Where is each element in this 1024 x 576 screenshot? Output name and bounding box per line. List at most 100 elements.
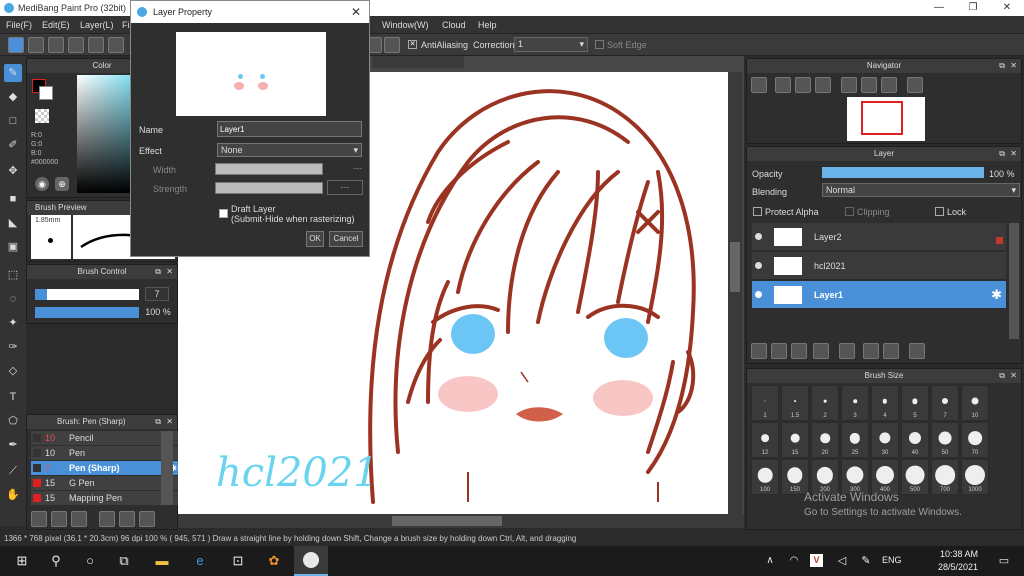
brush-item-pencil[interactable]: 10 Pencil (31, 431, 181, 445)
popout-icon[interactable]: ⧉ (155, 267, 161, 277)
strength-slider[interactable] (215, 182, 323, 194)
flip-icon[interactable] (907, 77, 923, 93)
zoom-out-icon[interactable] (815, 77, 831, 93)
lock-checkbox[interactable] (935, 207, 944, 216)
brush-tool-icon[interactable]: ✎ (4, 64, 22, 82)
brush-size-option[interactable]: 10 (961, 385, 989, 421)
folder-icon[interactable] (839, 343, 855, 359)
store-icon[interactable]: ⊡ (228, 551, 248, 571)
zoom-actual-icon[interactable] (795, 77, 811, 93)
brush-size-option[interactable]: 100 (751, 459, 779, 495)
ok-button[interactable]: OK (306, 231, 324, 247)
rectangle-tool-icon[interactable]: □ (4, 112, 22, 130)
antivirus-icon[interactable]: V (810, 554, 823, 567)
draft-layer-checkbox[interactable] (219, 209, 228, 218)
menu-help[interactable]: Help (478, 20, 497, 30)
popout-icon[interactable]: ⧉ (999, 149, 1005, 159)
canvas-tab[interactable] (372, 56, 464, 68)
clock-time[interactable]: 10:38 AM (940, 549, 978, 559)
eye-icon[interactable] (755, 262, 762, 269)
chevron-up-icon[interactable]: ∧ (760, 551, 780, 571)
edge-icon[interactable]: e (190, 551, 210, 571)
eye-icon[interactable] (755, 291, 762, 298)
background-swatch[interactable] (39, 86, 53, 100)
text-tool-icon[interactable]: T (4, 388, 22, 406)
select-eraser-icon[interactable]: ◇ (4, 362, 22, 380)
merge-layer-icon[interactable] (883, 343, 899, 359)
brush-size-option[interactable]: 15 (781, 422, 809, 458)
brush-size-option[interactable]: 7 (931, 385, 959, 421)
close-icon[interactable]: ✕ (990, 0, 1024, 16)
menu-edit[interactable]: Edit(E) (42, 20, 70, 30)
rotate-reset-icon[interactable] (861, 77, 877, 93)
duplicate-layer-icon[interactable] (863, 343, 879, 359)
eraser-tool-icon[interactable]: ◆ (4, 88, 22, 106)
layer-row-layer2[interactable]: Layer2 (752, 223, 1006, 251)
doc-icon[interactable] (88, 37, 104, 53)
palette-icon[interactable]: ◉ (35, 177, 49, 191)
popout-icon[interactable]: ⧉ (155, 417, 161, 427)
softedge-checkbox[interactable] (595, 40, 604, 49)
brush-size-option[interactable]: 3 (841, 385, 869, 421)
eyedropper-icon[interactable]: ⟋ (4, 462, 22, 480)
menu-layer[interactable]: Layer(L) (80, 20, 114, 30)
new-8bit-layer-icon[interactable] (791, 343, 807, 359)
zoom-in-icon[interactable] (775, 77, 791, 93)
brush-size-option[interactable]: 1.5 (781, 385, 809, 421)
trash-icon[interactable] (909, 343, 925, 359)
effect-select[interactable]: None ▾ (217, 143, 362, 157)
hand-tool-icon[interactable]: ✋ (4, 486, 22, 504)
brush-size-option[interactable]: 500 (901, 459, 929, 495)
brush-item-g-pen[interactable]: 15 G Pen (31, 476, 181, 490)
share-icon[interactable] (28, 37, 44, 53)
operation-tool-icon[interactable]: ⬠ (4, 412, 22, 430)
select-pen-icon[interactable]: ✑ (4, 338, 22, 356)
brush-size-option[interactable]: 5 (901, 385, 929, 421)
brush-size-option[interactable]: 25 (841, 422, 869, 458)
menu-cloud[interactable]: Cloud (442, 20, 466, 30)
clipping-checkbox[interactable] (845, 207, 854, 216)
brush-size-option[interactable]: 50 (931, 422, 959, 458)
pen-icon[interactable]: ✎ (856, 551, 876, 571)
brush-list-scrollbar[interactable] (161, 431, 173, 505)
horizontal-scrollbar[interactable] (178, 514, 744, 528)
new-halftone-layer-icon[interactable] (771, 343, 787, 359)
layer-row-layer1[interactable]: Layer1 ✱ (752, 281, 1006, 309)
grid-icon[interactable] (108, 37, 124, 53)
brush-folder-icon[interactable] (119, 511, 135, 527)
menu-filter[interactable]: Fi (122, 20, 130, 30)
chat-icon[interactable] (48, 37, 64, 53)
close-panel-icon[interactable]: ✕ (166, 267, 173, 276)
brush-size-option[interactable]: 30 (871, 422, 899, 458)
correction-select[interactable]: 1 ▾ (514, 37, 588, 52)
navigator-preview[interactable] (847, 97, 925, 141)
close-icon[interactable]: ✕ (351, 5, 361, 19)
cancel-button[interactable]: Cancel (329, 231, 363, 247)
close-panel-icon[interactable]: ✕ (1010, 371, 1017, 380)
cloud-icon[interactable] (8, 37, 24, 53)
cortana-icon[interactable]: ○ (80, 551, 100, 571)
layer-name-input[interactable] (217, 121, 362, 137)
close-panel-icon[interactable]: ✕ (166, 417, 173, 426)
rotate-right-icon[interactable] (881, 77, 897, 93)
paint-app-icon[interactable]: ✿ (264, 551, 284, 571)
medibang-taskbar-button[interactable] (294, 546, 328, 576)
eye-icon[interactable] (755, 233, 762, 240)
wifi-icon[interactable]: ◠ (784, 551, 804, 571)
brush-size-option[interactable]: 70 (961, 422, 989, 458)
brush-size-option[interactable]: 2 (811, 385, 839, 421)
brush-size-option[interactable]: 40 (901, 422, 929, 458)
lasso-tool-icon[interactable]: ◌ (4, 290, 22, 308)
close-panel-icon[interactable]: ✕ (1010, 61, 1017, 70)
brush-item-pen[interactable]: 10 Pen (31, 446, 181, 460)
minimize-icon[interactable]: — (922, 0, 956, 16)
brush-size-option[interactable]: 1000 (961, 459, 989, 495)
rotate-left-icon[interactable] (841, 77, 857, 93)
new-layer-icon[interactable] (751, 343, 767, 359)
gear-icon[interactable] (384, 37, 400, 53)
brush-item-pen-sharp[interactable]: 7 Pen (Sharp) ✱ (31, 461, 181, 475)
brush-size-slider[interactable] (35, 289, 139, 300)
add-layer-menu-icon[interactable] (813, 343, 829, 359)
task-view-icon[interactable]: ⧉ (114, 551, 134, 571)
brush-size-option[interactable]: 700 (931, 459, 959, 495)
